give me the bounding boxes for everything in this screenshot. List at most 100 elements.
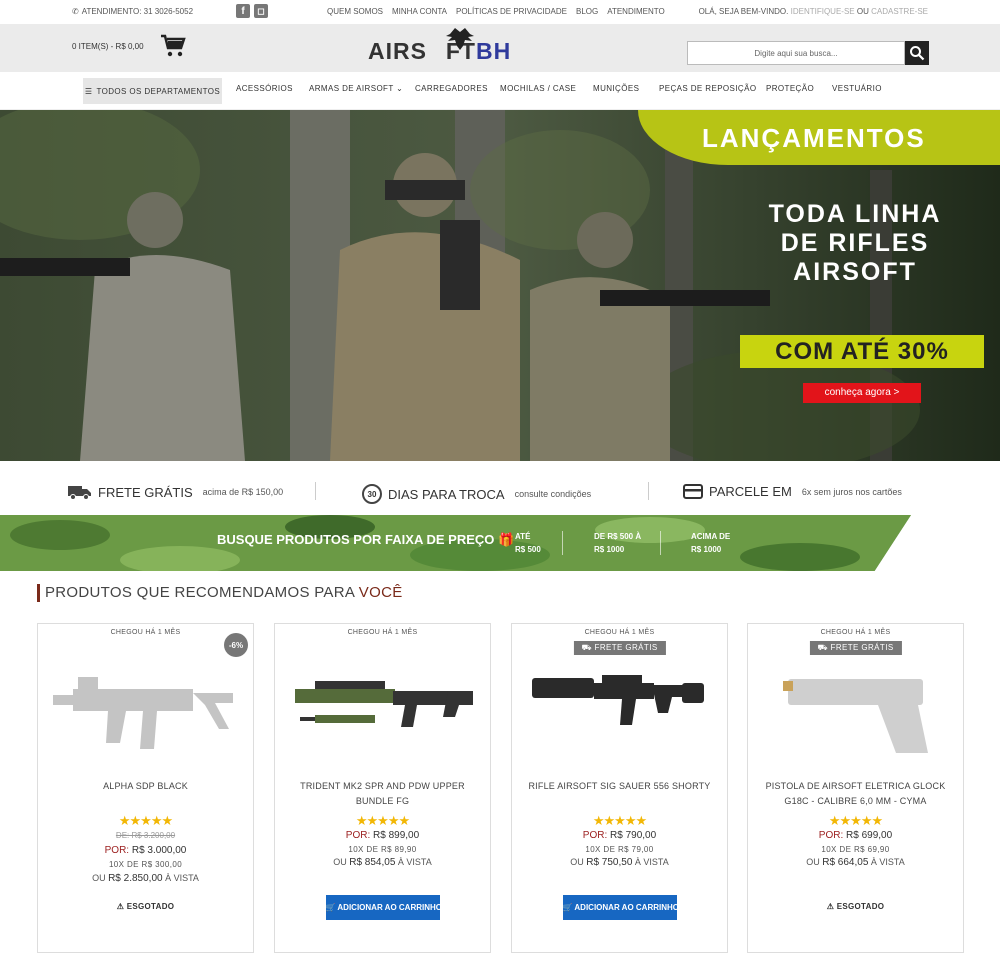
welcome-text: OLÁ, SEJA BEM-VINDO. IDENTIFIQUE-SE OU C… [699,7,928,16]
nav-armas[interactable]: ARMAS DE AIRSOFT ⌄ [309,84,403,93]
benefit-3-sub: 6x sem juros nos cartões [801,486,902,497]
product-name[interactable]: ALPHA SDP BLACK [46,779,245,794]
hero-cta-button[interactable]: conheça agora > [803,383,921,403]
link-blog[interactable]: BLOG [576,7,598,16]
search-button[interactable] [905,41,929,65]
rating-stars: ★★★★★ [828,813,883,828]
product-image[interactable] [48,659,243,774]
logo-text-bh: BH [475,38,512,64]
hero-line-2: DE RIFLES [780,229,930,257]
price-value: R$ 790,00 [610,830,657,841]
price-range-upto-500[interactable]: ATÉ R$ 500 [515,530,541,556]
nav-protecao[interactable]: PROTEÇÃO [766,84,814,93]
installments: 10X DE R$ 89,90 [348,845,417,854]
free-shipping-badge: ⛟ FRETE GRÁTIS [573,641,666,655]
price-range-above-1000[interactable]: ACIMA DE R$ 1000 [691,530,730,556]
recommended-title: PRODUTOS QUE RECOMENDAMOS PARA VOCÊ [37,584,403,602]
menu-icon: ☰ [84,86,93,96]
cart-icon[interactable] [160,34,186,58]
cart-small-icon: 🛒 [562,903,573,912]
search-input[interactable] [687,41,905,65]
benefit-2-sub: consulte condições [514,489,592,499]
product-image[interactable] [758,659,953,774]
hero-banner[interactable]: LANÇAMENTOS TODA LINHA DE RIFLES AIRSOFT… [0,110,1000,461]
hero-discount: COM ATÉ 30% [740,335,984,368]
nav-pecas[interactable]: PEÇAS DE REPOSIÇÃO [659,84,756,93]
nav-vestuario[interactable]: VESTUÁRIO [832,84,882,93]
cash-price: OU R$ 2.850,00 À VISTA [38,873,253,884]
add-to-cart-button[interactable]: 🛒 ADICIONAR AO CARRINHO [562,895,679,920]
product-image[interactable] [522,659,717,774]
product-card[interactable]: CHEGOU HÁ 1 MÊS -6% ALPHA SDP BLACK ★★★★… [37,623,254,953]
product-image[interactable] [285,659,480,774]
product-name[interactable]: TRIDENT MK2 SPR AND PDW UPPER BUNDLE FG [283,779,482,809]
current-price: POR: R$ 790,00 [512,830,727,841]
gift-icon: 🎁 [498,532,515,547]
add-to-cart-label: ADICIONAR AO CARRINHO [337,903,442,912]
benefit-divider [648,482,649,500]
instagram-icon[interactable]: ◻ [254,4,268,18]
cash-prefix: OU [806,857,820,867]
logo-wings-icon [446,28,474,50]
price-range-500-1000[interactable]: DE R$ 500 À R$ 1000 [594,530,641,556]
sold-out-text: ESGOTADO [126,902,175,911]
link-politicas[interactable]: POLÍTICAS DE PRIVACIDADE [456,7,567,16]
free-shipping-badge: ⛟ FRETE GRÁTIS [809,641,902,655]
all-departments-label: TODOS OS DEPARTAMENTOS [96,86,221,96]
range-2-line2: R$ 1000 [594,545,625,554]
installments: 10X DE R$ 300,00 [108,860,183,869]
product-name[interactable]: PISTOLA DE AIRSOFT ELETRICA GLOCK G18C -… [756,779,955,809]
cart-small-icon: 🛒 [325,903,336,912]
range-1-line1: ATÉ [515,532,531,541]
facebook-icon[interactable]: f [236,4,250,18]
arrival-label: CHEGOU HÁ 1 MÊS [820,629,891,636]
price-band-title-text: BUSQUE PRODUTOS POR FAIXA DE PREÇO [217,532,495,547]
hero-headline: TODA LINHA DE RIFLES AIRSOFT [735,200,975,287]
current-price: POR: R$ 699,00 [748,830,963,841]
login-link[interactable]: IDENTIFIQUE-SE [791,7,855,16]
nav-municoes[interactable]: MUNIÇÕES [593,84,639,93]
current-price: POR: R$ 3.000,00 [38,845,253,856]
cart[interactable]: 0 ITEM(S) - R$ 0,00 [72,34,186,58]
main-nav: ☰ TODOS OS DEPARTAMENTOS ACESSÓRIOS ARMA… [0,72,1000,110]
range-1-line2: R$ 500 [515,545,541,554]
price-range-band: BUSQUE PRODUTOS POR FAIXA DE PREÇO 🎁 ATÉ… [0,515,911,571]
price-band-title: BUSQUE PRODUTOS POR FAIXA DE PREÇO 🎁 [217,532,514,548]
link-quem-somos[interactable]: QUEM SOMOS [327,7,383,16]
price-value: R$ 699,00 [846,830,893,841]
all-departments-button[interactable]: ☰ TODOS OS DEPARTAMENTOS [83,78,222,104]
link-atendimento[interactable]: ATENDIMENTO [607,7,664,16]
truck-icon [68,486,91,500]
hero-line-3: AIRSOFT [793,258,917,286]
link-minha-conta[interactable]: MINHA CONTA [392,7,447,16]
arrival-label: CHEGOU HÁ 1 MÊS [584,629,655,636]
site-logo[interactable]: AIRSOFTBH [368,28,512,65]
product-card[interactable]: CHEGOU HÁ 1 MÊS ⛟ FRETE GRÁTIS PISTOLA D… [747,623,964,953]
product-card[interactable]: CHEGOU HÁ 1 MÊS TRIDENT MK2 SPR AND PDW … [274,623,491,953]
social-links: f ◻ [236,4,268,18]
launch-badge: LANÇAMENTOS [638,110,1000,165]
register-link[interactable]: CADASTRE-SE [871,7,928,16]
cash-suffix: À VISTA [870,857,905,867]
cash-prefix: OU [333,857,347,867]
nav-acessorios[interactable]: ACESSÓRIOS [236,84,293,93]
welcome-label: OLÁ, SEJA BEM-VINDO. [698,7,789,16]
card-icon [683,484,703,499]
product-name[interactable]: RIFLE AIRSOFT SIG SAUER 556 SHORTY [520,779,719,794]
product-card[interactable]: CHEGOU HÁ 1 MÊS ⛟ FRETE GRÁTIS RIFLE AIR… [511,623,728,953]
nav-mochilas[interactable]: MOCHILAS / CASE [500,84,576,93]
nav-carregadores[interactable]: CARREGADORES [415,84,488,93]
recommended-title-accent: VOCÊ [358,584,403,601]
benefit-free-shipping: FRETE GRÁTIS acima de R$ 150,00 [68,484,283,500]
add-to-cart-button[interactable]: 🛒 ADICIONAR AO CARRINHO [325,895,442,920]
cash-suffix: À VISTA [634,857,669,867]
benefit-2-title: DIAS PARA TROCA [388,486,505,502]
price-label: POR: [818,830,844,841]
installments: 10X DE R$ 69,90 [821,845,890,854]
search-box [687,41,929,65]
cash-price: OU R$ 664,05 À VISTA [748,857,963,868]
cart-summary[interactable]: 0 ITEM(S) - R$ 0,00 [72,42,144,51]
logo-text-o: O [427,38,446,65]
cash-prefix: OU [570,857,584,867]
header: 0 ITEM(S) - R$ 0,00 AIRSOFTBH [0,24,1000,72]
